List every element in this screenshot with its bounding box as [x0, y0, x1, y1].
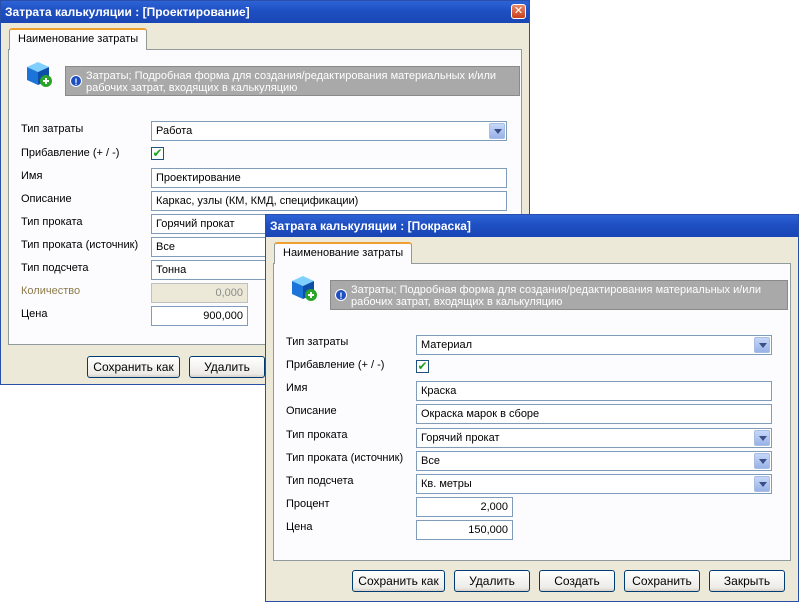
- rolling-source-value: Все: [156, 241, 175, 253]
- type-select[interactable]: Материал: [416, 335, 772, 355]
- count-type-value: Кв. метры: [421, 478, 472, 490]
- count-type-label: Тип подсчета: [286, 475, 354, 487]
- addition-label: Прибавление (+ / -): [286, 359, 385, 371]
- cube-add-icon: [292, 276, 317, 301]
- close-button[interactable]: Закрыть: [709, 570, 785, 592]
- percent-label: Процент: [286, 498, 330, 510]
- tab-expense-name[interactable]: Наименование затраты: [9, 28, 148, 50]
- expense-window-painting: Затрата калькуляции : [Покраска] Наимено…: [265, 214, 799, 602]
- description-field[interactable]: Каркас, узлы (КМ, КМД, спецификации): [151, 191, 507, 211]
- description-label: Описание: [286, 405, 337, 417]
- tab-bar: Наименование затраты: [1, 23, 529, 50]
- count-type-select[interactable]: Кв. метры: [416, 474, 772, 494]
- delete-button[interactable]: Удалить: [454, 570, 530, 592]
- rolling-source-value: Все: [421, 455, 440, 467]
- name-field[interactable]: Проектирование: [151, 168, 507, 188]
- price-field[interactable]: 150,000: [416, 520, 513, 540]
- quantity-field: 0,000: [151, 283, 248, 303]
- info-text-line2: рабочих затрат, входящих в калькуляцию: [86, 82, 298, 94]
- name-label: Имя: [21, 170, 43, 182]
- tab-panel: ! Затраты; Подробная форма для создания/…: [273, 263, 791, 561]
- price-label: Цена: [21, 308, 48, 320]
- description-field[interactable]: Окраска марок в сборе: [416, 404, 772, 424]
- tab-bar: Наименование затраты: [266, 237, 798, 264]
- info-banner: ! Затраты; Подробная форма для создания/…: [330, 280, 788, 310]
- window-title: Затрата калькуляции : [Проектирование]: [5, 5, 250, 19]
- addition-checkbox[interactable]: ✔: [416, 360, 429, 373]
- type-label: Тип затраты: [286, 336, 349, 348]
- price-label: Цена: [286, 521, 313, 533]
- addition-checkbox[interactable]: ✔: [151, 147, 164, 160]
- rolling-type-label: Тип проката: [21, 216, 83, 228]
- checkmark-icon: ✔: [417, 359, 428, 373]
- close-icon[interactable]: ✕: [511, 4, 526, 19]
- count-type-label: Тип подсчета: [21, 262, 89, 274]
- title-bar[interactable]: Затрата калькуляции : [Покраска]: [266, 215, 798, 237]
- chevron-down-icon[interactable]: [754, 430, 770, 446]
- description-label: Описание: [21, 193, 72, 205]
- rolling-source-label: Тип проката (источник): [286, 452, 404, 464]
- title-bar[interactable]: Затрата калькуляции : [Проектирование] ✕: [1, 1, 529, 23]
- checkmark-icon: ✔: [152, 146, 163, 160]
- percent-field[interactable]: 2,000: [416, 497, 513, 517]
- count-type-value: Тонна: [156, 264, 187, 276]
- chevron-down-icon[interactable]: [754, 453, 770, 469]
- info-text-line1: Затраты; Подробная форма для создания/ре…: [86, 70, 497, 82]
- name-field[interactable]: Краска: [416, 381, 772, 401]
- cube-add-icon: [27, 62, 52, 87]
- info-banner: ! Затраты; Подробная форма для создания/…: [65, 66, 520, 96]
- rolling-type-select[interactable]: Горячий прокат: [416, 428, 772, 448]
- delete-button[interactable]: Удалить: [189, 356, 265, 378]
- type-select[interactable]: Работа: [151, 121, 507, 141]
- rolling-source-label: Тип проката (источник): [21, 239, 139, 251]
- chevron-down-icon[interactable]: [489, 123, 505, 139]
- rolling-type-value: Горячий прокат: [421, 432, 500, 444]
- create-button[interactable]: Создать: [539, 570, 615, 592]
- rolling-source-select[interactable]: Все: [416, 451, 772, 471]
- chevron-down-icon[interactable]: [754, 337, 770, 353]
- save-button[interactable]: Сохранить: [624, 570, 700, 592]
- price-field[interactable]: 900,000: [151, 306, 248, 326]
- rolling-type-value: Горячий прокат: [156, 218, 235, 230]
- window-title: Затрата калькуляции : [Покраска]: [270, 219, 471, 233]
- tab-expense-name[interactable]: Наименование затраты: [274, 242, 413, 264]
- type-value: Работа: [156, 125, 193, 137]
- info-text-line2: рабочих затрат, входящих в калькуляцию: [351, 296, 563, 308]
- info-icon: !: [335, 289, 347, 301]
- save-as-button[interactable]: Сохранить как: [352, 570, 445, 592]
- quantity-label: Количество: [21, 285, 81, 297]
- type-value: Материал: [421, 339, 472, 351]
- name-label: Имя: [286, 382, 308, 394]
- type-label: Тип затраты: [21, 123, 84, 135]
- rolling-type-label: Тип проката: [286, 429, 348, 441]
- info-text-line1: Затраты; Подробная форма для создания/ре…: [351, 284, 762, 296]
- chevron-down-icon[interactable]: [754, 476, 770, 492]
- save-as-button[interactable]: Сохранить как: [87, 356, 180, 378]
- info-icon: !: [70, 75, 82, 87]
- addition-label: Прибавление (+ / -): [21, 147, 120, 159]
